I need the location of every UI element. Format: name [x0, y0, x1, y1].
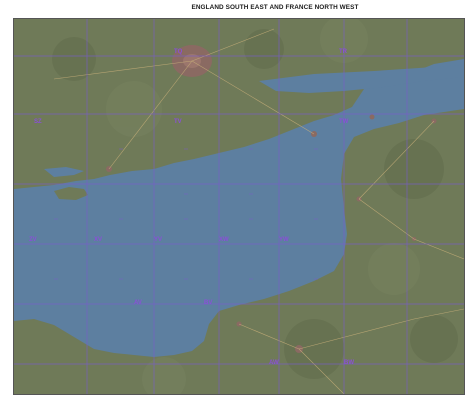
grid-label-aw: AW	[269, 360, 279, 366]
grid-label-bv: BV	[204, 300, 212, 306]
grid-label-tw: TW	[339, 119, 349, 125]
grid-label-zv: ZV	[29, 237, 37, 243]
grid-label-xv: XV	[94, 237, 102, 243]
map-canvas[interactable]: TQ TR TV TW SZ XV YV XW YW ZV AV BV AW B…	[14, 19, 464, 394]
grid-label-yv: YV	[154, 237, 162, 243]
grid-label-tq: TQ	[174, 49, 183, 55]
grid-label-yw: YW	[279, 237, 289, 243]
grid-label-xw: XW	[219, 237, 229, 243]
grid-label-bw: BW	[344, 360, 354, 366]
map-sheet: ENGLAND SOUTH EAST AND FRANCE NORTH WEST	[0, 0, 474, 402]
map-frame[interactable]: TQ TR TV TW SZ XV YV XW YW ZV AV BV AW B…	[13, 18, 465, 395]
map-footer	[0, 394, 474, 402]
grid-label-av: AV	[134, 300, 142, 306]
grid-label-sz: SZ	[34, 119, 42, 125]
map-title: ENGLAND SOUTH EAST AND FRANCE NORTH WEST	[191, 4, 359, 11]
map-header: ENGLAND SOUTH EAST AND FRANCE NORTH WEST	[0, 0, 474, 20]
grid-label-tr: TR	[339, 49, 348, 55]
grid-label-tv: TV	[174, 119, 182, 125]
